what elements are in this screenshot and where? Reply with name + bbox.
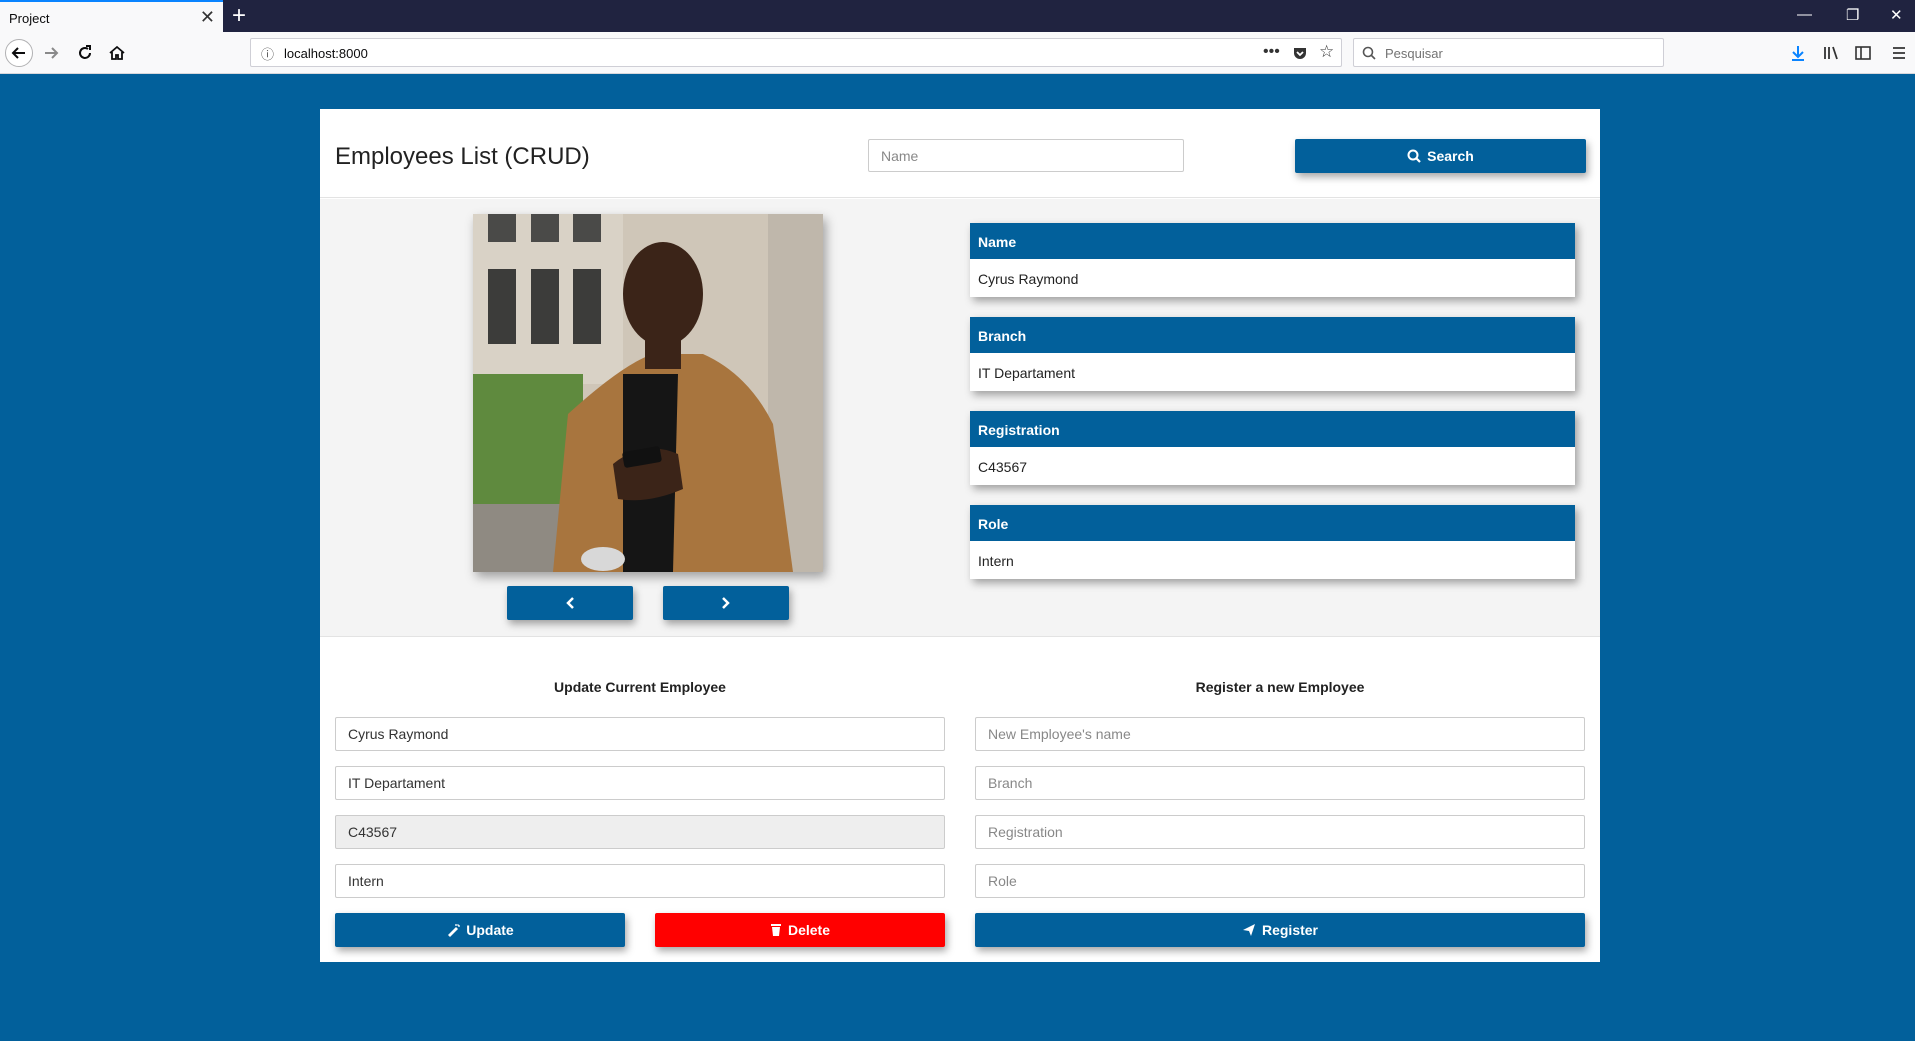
search-icon — [1407, 149, 1421, 163]
back-arrow-icon — [11, 47, 25, 59]
browser-search-bar[interactable]: Pesquisar — [1353, 38, 1664, 67]
employee-photo-image — [473, 214, 823, 572]
delete-button[interactable]: Delete — [655, 913, 945, 947]
branch-value: IT Departament — [978, 365, 1076, 381]
register-button[interactable]: Register — [975, 913, 1585, 947]
trash-icon — [770, 924, 781, 936]
employee-search-input[interactable] — [868, 139, 1184, 172]
branch-info-box: Branch IT Departament — [970, 317, 1575, 391]
update-role-field[interactable] — [335, 864, 945, 898]
tab-close-icon[interactable]: ✕ — [200, 7, 215, 28]
chevron-right-icon — [722, 597, 730, 609]
update-branch-field[interactable] — [335, 766, 945, 800]
restore-icon[interactable]: ❐ — [1846, 6, 1859, 24]
employees-card: Employees List (CRUD) Search — [320, 109, 1600, 962]
registration-label: Registration — [970, 411, 1575, 447]
new-employee-branch-field[interactable] — [975, 766, 1585, 800]
register-button-label: Register — [1261, 922, 1319, 938]
employee-photo — [473, 214, 823, 572]
downloads-icon[interactable] — [1790, 44, 1806, 62]
url-text: localhost:8000 — [284, 46, 368, 61]
card-header: Employees List (CRUD) Search — [320, 109, 1600, 198]
pocket-icon[interactable] — [1292, 45, 1308, 61]
chevron-left-icon — [566, 597, 574, 609]
name-value: Cyrus Raymond — [978, 271, 1079, 287]
search-button[interactable]: Search — [1295, 139, 1586, 173]
role-value: Intern — [978, 553, 1014, 569]
back-button[interactable] — [5, 39, 33, 67]
page-actions-icon[interactable]: ••• — [1263, 43, 1280, 61]
update-button[interactable]: Update — [335, 913, 625, 947]
bookmark-star-icon[interactable]: ☆ — [1319, 42, 1334, 62]
new-tab-icon[interactable]: + — [232, 2, 246, 30]
registration-value: C43567 — [978, 459, 1028, 475]
role-info-box: Role Intern — [970, 505, 1575, 579]
new-employee-registration-field[interactable] — [975, 815, 1585, 849]
sidebar-icon[interactable] — [1854, 44, 1872, 62]
name-label: Name — [970, 223, 1575, 259]
update-form-title: Update Current Employee — [554, 679, 726, 695]
reload-icon[interactable] — [76, 44, 94, 62]
minimize-icon[interactable]: — — [1797, 6, 1812, 23]
new-employee-role-field[interactable] — [975, 864, 1585, 898]
name-info-box: Name Cyrus Raymond — [970, 223, 1575, 297]
browser-tab-bar: Project ✕ + — ❐ ✕ — [0, 0, 1915, 33]
search-button-label: Search — [1427, 148, 1474, 164]
paper-plane-icon — [1242, 924, 1255, 936]
page-title: Employees List (CRUD) — [335, 143, 590, 170]
library-icon[interactable] — [1822, 44, 1840, 62]
delete-button-label: Delete — [787, 922, 831, 938]
search-icon — [1362, 46, 1376, 60]
home-icon[interactable] — [108, 44, 126, 62]
registration-info-box: Registration C43567 — [970, 411, 1575, 485]
magic-wand-icon — [448, 924, 461, 937]
role-label: Role — [970, 505, 1575, 541]
browser-search-placeholder: Pesquisar — [1385, 46, 1443, 61]
previous-employee-button[interactable] — [507, 586, 633, 620]
register-form-title: Register a new Employee — [1195, 679, 1365, 695]
window-close-icon[interactable]: ✕ — [1890, 6, 1903, 24]
site-info-icon[interactable]: ⓘ — [261, 44, 274, 63]
employee-detail-section: Name Cyrus Raymond Branch IT Departament… — [320, 199, 1600, 637]
next-employee-button[interactable] — [663, 586, 789, 620]
branch-label: Branch — [970, 317, 1575, 353]
tab-title: Project — [9, 11, 50, 26]
menu-icon[interactable] — [1890, 44, 1908, 62]
new-employee-name-field[interactable] — [975, 717, 1585, 751]
browser-tab[interactable]: Project ✕ — [0, 0, 223, 33]
browser-nav-bar: ⓘ localhost:8000 ••• ☆ Pesquisar — [0, 32, 1915, 74]
forward-arrow-icon[interactable] — [42, 44, 60, 62]
update-registration-field — [335, 815, 945, 849]
update-name-field[interactable] — [335, 717, 945, 751]
update-button-label: Update — [466, 922, 514, 938]
url-bar[interactable]: ⓘ localhost:8000 ••• ☆ — [250, 38, 1342, 67]
